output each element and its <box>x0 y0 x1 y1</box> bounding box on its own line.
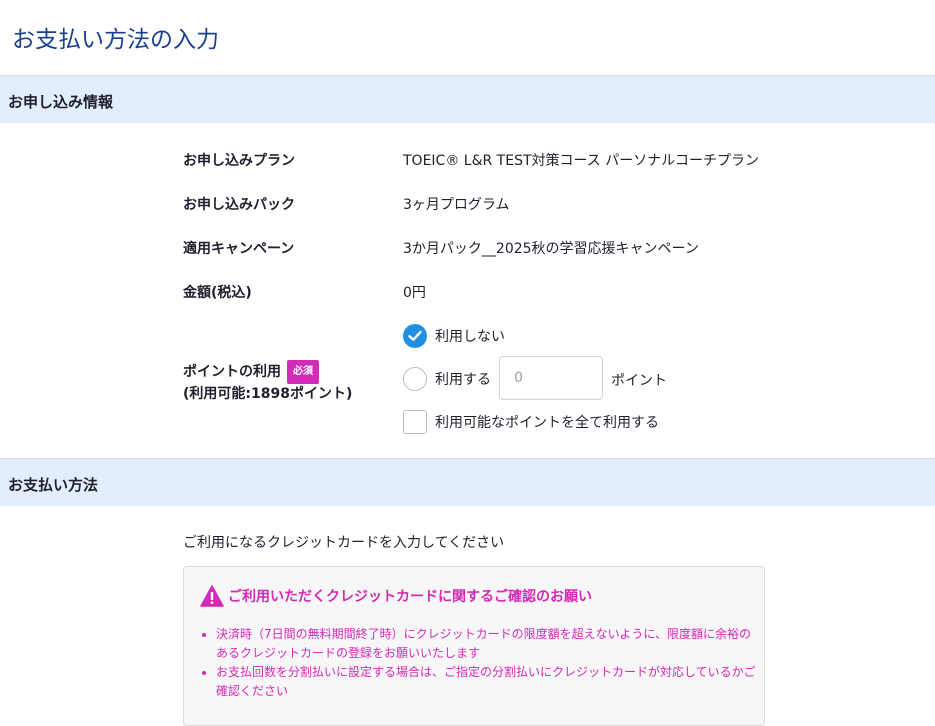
credit-card-notice-box: ご利用いただくクレジットカードに関するご確認のお願い 決済時（7日間の無料期間終… <box>183 566 765 726</box>
campaign-label: 適用キャンペーン <box>183 241 295 257</box>
notice-item: お支払回数を分割払いに設定する場合は、ご指定の分割払いにクレジットカードが対応し… <box>216 663 756 701</box>
page-title: お支払い方法の入力 <box>12 27 219 53</box>
pack-value: 3ヶ月プログラム <box>403 197 510 213</box>
section-header-label: お申し込み情報 <box>8 93 114 111</box>
radio-not-use-label: 利用しない <box>435 329 505 345</box>
section-header-label: お支払い方法 <box>8 476 99 494</box>
radio-circle-icon[interactable] <box>403 367 427 391</box>
plan-label: お申し込みプラン <box>183 153 295 169</box>
use-all-points-checkbox[interactable]: 利用可能なポイントを全て利用する <box>403 410 659 434</box>
price-value: 0円 <box>403 285 426 301</box>
pack-label: お申し込みパック <box>183 197 295 213</box>
notice-title-text: ご利用いただくクレジットカードに関するご確認のお願い <box>228 589 592 605</box>
radio-use[interactable]: 利用する <box>403 367 491 391</box>
radio-use-label: 利用する <box>435 372 491 388</box>
price-label: 金額(税込) <box>183 285 252 301</box>
notice-list: 決済時（7日間の無料期間終了時）にクレジットカードの限度額を超えないように、限度… <box>200 625 756 701</box>
required-badge: 必須 <box>287 360 319 384</box>
campaign-value: 3か月パック__2025秋の学習応援キャンペーン <box>403 241 699 257</box>
checkbox-icon[interactable] <box>403 410 427 434</box>
warning-icon <box>200 585 224 607</box>
points-input[interactable] <box>499 356 603 400</box>
points-usage-label-block: ポイントの利用 必須 (利用可能:1898ポイント) <box>183 360 352 404</box>
payment-section-header: お支払い方法 <box>0 458 935 506</box>
radio-not-use[interactable]: 利用しない <box>403 324 505 348</box>
points-available: (利用可能:1898ポイント) <box>183 386 353 402</box>
notice-title: ご利用いただくクレジットカードに関するご確認のお願い <box>200 585 592 607</box>
plan-value: TOEIC® L&R TEST対策コース パーソナルコーチプラン <box>403 153 759 169</box>
application-info-section-header: お申し込み情報 <box>0 75 935 123</box>
use-all-points-label: 利用可能なポイントを全て利用する <box>435 415 659 431</box>
check-icon[interactable] <box>403 324 427 348</box>
notice-item: 決済時（7日間の無料期間終了時）にクレジットカードの限度額を超えないように、限度… <box>216 625 756 663</box>
points-usage-label: ポイントの利用 <box>183 364 281 380</box>
card-instruction: ご利用になるクレジットカードを入力してください <box>183 535 505 551</box>
points-unit-label: ポイント <box>611 373 667 389</box>
